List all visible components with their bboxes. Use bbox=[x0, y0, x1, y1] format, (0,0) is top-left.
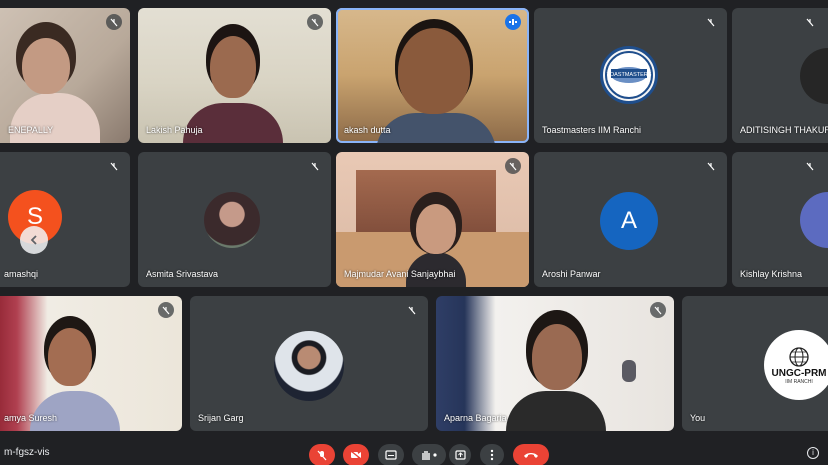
ungc-prm-logo: UNGC-PRM IIM RANCHI bbox=[764, 330, 828, 400]
participant-video bbox=[183, 103, 283, 143]
participant-tile-aditisingh[interactable]: ADITISINGH THAKUR bbox=[732, 8, 828, 143]
mic-off-icon bbox=[106, 158, 122, 174]
chevron-left-icon[interactable] bbox=[20, 226, 48, 254]
participant-video bbox=[506, 391, 606, 431]
mic-off-icon bbox=[703, 14, 719, 30]
ungc-logo-text: UNGC-PRM bbox=[771, 367, 827, 379]
participant-video bbox=[30, 391, 120, 431]
captions-button[interactable] bbox=[378, 444, 404, 465]
participant-video bbox=[398, 28, 470, 114]
participant-tile-toastmasters[interactable]: TOASTMASTERS Toastmasters IIM Ranchi bbox=[534, 8, 727, 143]
mic-off-icon bbox=[404, 302, 420, 318]
control-bar: m-fgsz-vis i bbox=[0, 440, 828, 465]
toastmasters-logo: TOASTMASTERS bbox=[600, 46, 658, 104]
meeting-code: m-fgsz-vis bbox=[4, 447, 50, 458]
video-grid: ENEPALLY Lakish Pahuja akash dutta TOAST… bbox=[0, 0, 828, 440]
participant-video bbox=[416, 204, 456, 254]
participant-tile-aparna[interactable]: Aparna Bagaria bbox=[436, 296, 674, 431]
info-icon[interactable]: i bbox=[807, 447, 819, 459]
participant-name: Aroshi Panwar bbox=[542, 269, 601, 279]
participant-tile-ramya[interactable]: amya Suresh bbox=[0, 296, 182, 431]
hand-icon bbox=[422, 451, 437, 460]
participant-name: Kishlay Krishna bbox=[740, 269, 803, 279]
participant-name: Lakish Pahuja bbox=[146, 125, 203, 135]
participant-tile-kishlay[interactable]: Kishlay Krishna bbox=[732, 152, 828, 287]
speaking-indicator-icon bbox=[505, 14, 521, 30]
participant-name: akash dutta bbox=[344, 125, 391, 135]
participant-video bbox=[210, 36, 256, 98]
camera-toggle-button[interactable] bbox=[343, 444, 369, 465]
participant-name: Aparna Bagaria bbox=[444, 413, 507, 423]
participant-tile-akash[interactable]: akash dutta bbox=[336, 8, 529, 143]
toastmasters-logo-text: TOASTMASTERS bbox=[607, 72, 652, 78]
participant-tile-enepally[interactable]: ENEPALLY bbox=[0, 8, 130, 143]
participant-avatar bbox=[800, 48, 828, 104]
participant-tile-lakish[interactable]: Lakish Pahuja bbox=[138, 8, 331, 143]
participant-video bbox=[10, 93, 100, 143]
call-end-icon bbox=[524, 453, 538, 458]
participant-name: Majmudar Avani Sanjaybhai bbox=[344, 269, 456, 279]
participant-name: Asmita Srivastava bbox=[146, 269, 219, 279]
participant-name: You bbox=[690, 413, 706, 423]
participant-name: amya Suresh bbox=[4, 413, 58, 423]
mic-off-icon bbox=[802, 158, 818, 174]
participant-name: amashqi bbox=[4, 269, 39, 279]
participant-tile-you[interactable]: UNGC-PRM IIM RANCHI You bbox=[682, 296, 828, 431]
leave-call-button[interactable] bbox=[513, 444, 549, 465]
participant-name: ADITISINGH THAKUR bbox=[740, 125, 828, 135]
mic-off-icon bbox=[307, 158, 323, 174]
mic-toggle-button[interactable] bbox=[309, 444, 335, 465]
participant-video bbox=[532, 324, 582, 390]
mic-off-icon bbox=[802, 14, 818, 30]
participant-video bbox=[48, 328, 92, 386]
participant-name: ENEPALLY bbox=[8, 125, 54, 135]
participant-video bbox=[622, 360, 636, 382]
participant-avatar bbox=[204, 192, 260, 248]
more-vert-icon bbox=[490, 449, 494, 461]
participant-video bbox=[22, 38, 70, 94]
ungc-logo-subtext: IIM RANCHI bbox=[785, 378, 813, 385]
participant-tile-asmita[interactable]: Asmita Srivastava bbox=[138, 152, 331, 287]
camera-off-icon bbox=[350, 450, 362, 460]
participant-avatar bbox=[800, 192, 828, 248]
mic-off-icon bbox=[106, 14, 122, 30]
mic-off-icon bbox=[703, 158, 719, 174]
participant-tile-majmudar[interactable]: Majmudar Avani Sanjaybhai bbox=[336, 152, 529, 287]
participant-tile-srijan[interactable]: Srijan Garg bbox=[190, 296, 428, 431]
participant-name: Toastmasters IIM Ranchi bbox=[542, 125, 642, 135]
mic-off-icon bbox=[158, 302, 174, 318]
present-icon bbox=[454, 450, 466, 460]
participant-name: Srijan Garg bbox=[198, 413, 244, 423]
more-options-button[interactable] bbox=[480, 444, 504, 465]
participant-avatar bbox=[274, 331, 344, 401]
mic-off-icon bbox=[650, 302, 666, 318]
captions-icon bbox=[385, 450, 397, 460]
mic-off-icon bbox=[307, 14, 323, 30]
mic-off-icon bbox=[505, 158, 521, 174]
mic-off-icon bbox=[317, 450, 327, 460]
present-button[interactable] bbox=[449, 444, 471, 465]
participant-avatar: A bbox=[600, 192, 658, 250]
participant-tile-aroshi[interactable]: A Aroshi Panwar bbox=[534, 152, 727, 287]
participant-video bbox=[376, 113, 496, 143]
raise-hand-button[interactable] bbox=[412, 444, 446, 465]
globe-icon bbox=[789, 346, 809, 367]
participant-tile-amashqi[interactable]: S amashqi bbox=[0, 152, 130, 287]
